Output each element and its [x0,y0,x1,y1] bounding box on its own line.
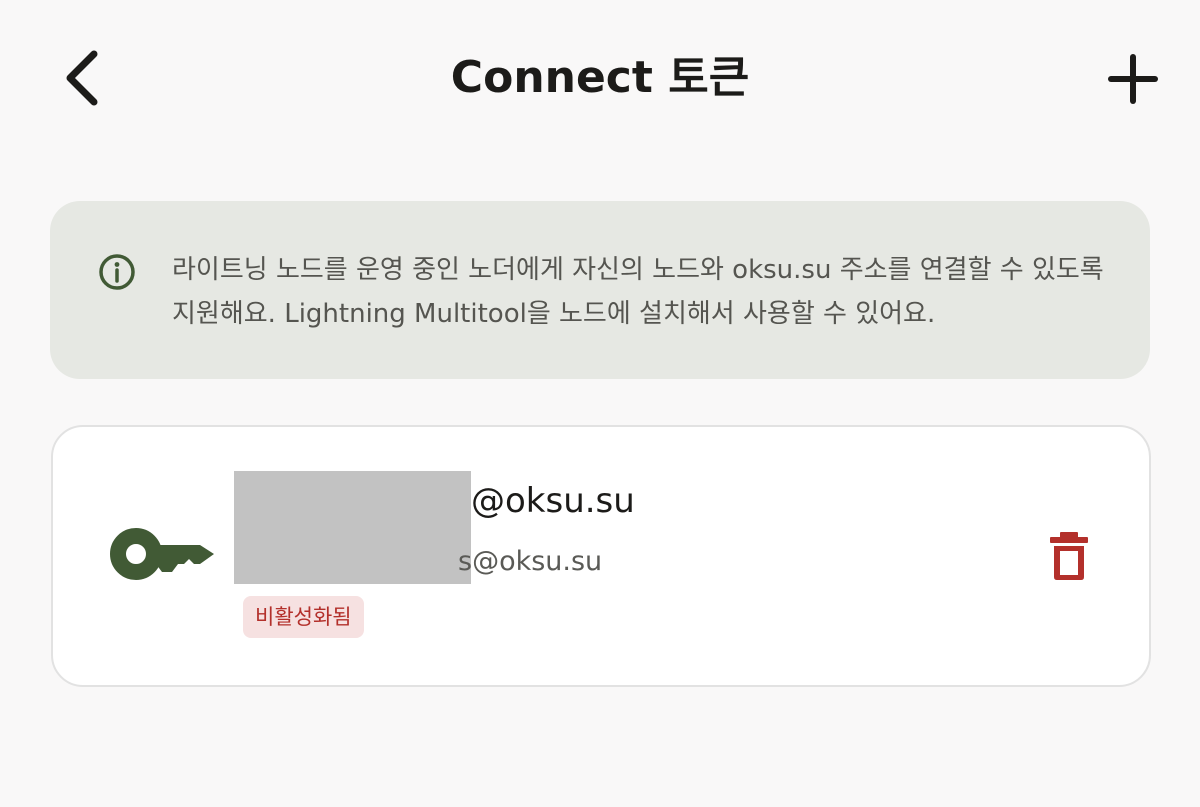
page-title: Connect 토큰 [450,52,750,103]
delete-token-button[interactable] [1040,526,1098,586]
app-header: Connect 토큰 [0,0,1200,155]
redacted-token-name [234,471,471,584]
add-token-button[interactable] [1100,46,1166,112]
chevron-left-icon [66,50,98,106]
key-icon [110,528,214,580]
token-primary-address: @oksu.su [471,481,635,521]
info-text: 라이트닝 노드를 운영 중인 노더에게 자신의 노드와 oksu.su 주소를 … [172,255,1104,329]
status-badge: 비활성화됨 [243,596,364,638]
plus-icon [1108,54,1158,104]
token-secondary-address: s@oksu.su [458,546,603,577]
trash-icon [1050,532,1088,580]
back-button[interactable] [52,46,112,110]
info-circle-icon [99,254,135,290]
